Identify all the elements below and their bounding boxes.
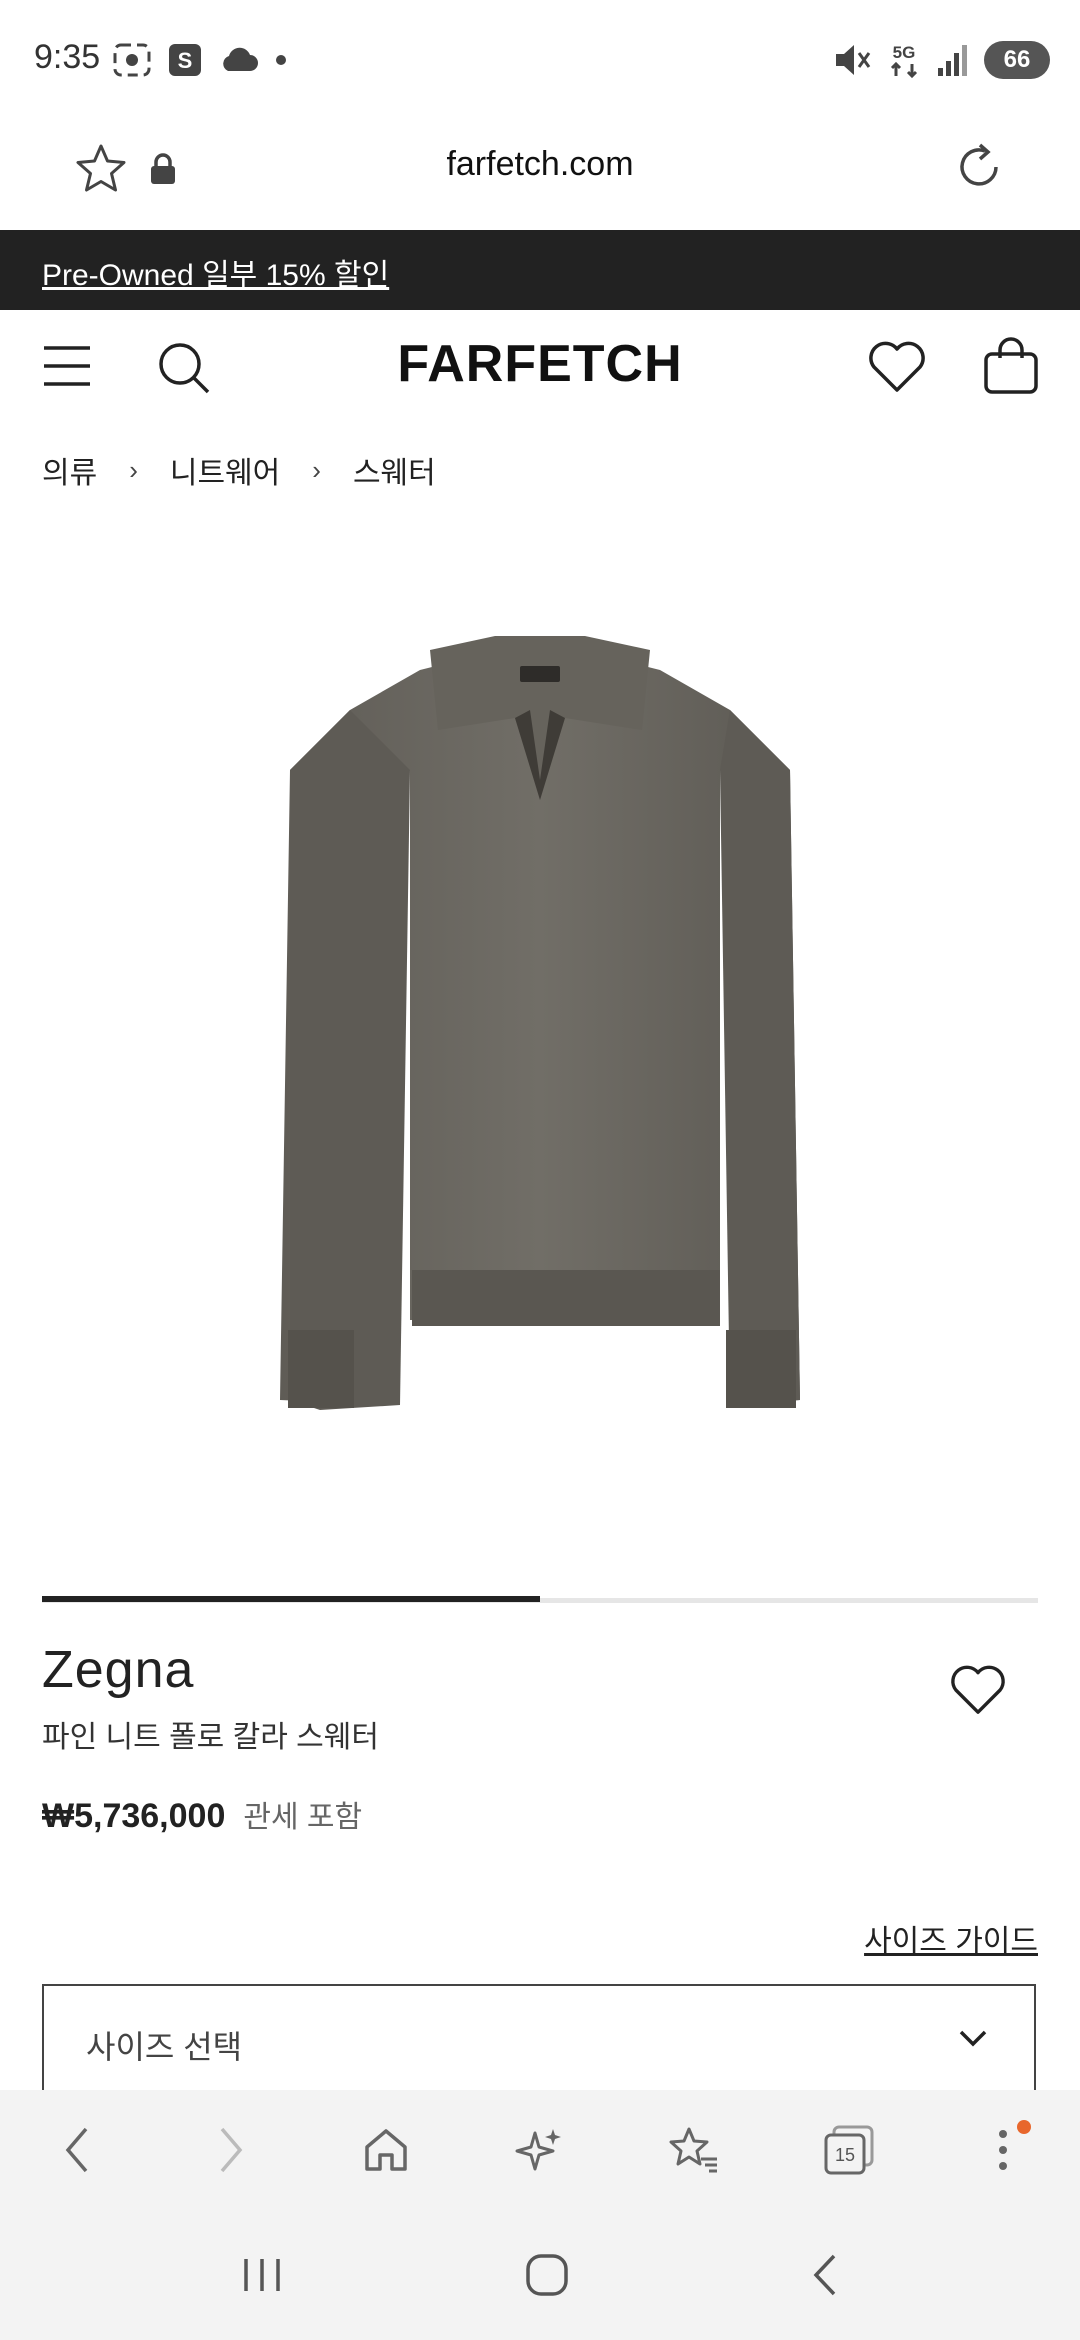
home-button-icon[interactable] xyxy=(524,2252,570,2298)
breadcrumb: 의류 › 니트웨어 › 스웨터 xyxy=(42,448,436,492)
svg-text:S: S xyxy=(178,48,193,73)
mute-icon xyxy=(832,40,872,80)
battery-icon: 66 xyxy=(984,41,1050,79)
recent-apps-icon[interactable] xyxy=(240,2255,284,2295)
duty-note: 관세 포함 xyxy=(243,1801,363,1834)
svg-text:15: 15 xyxy=(835,2145,855,2165)
dot-icon xyxy=(274,53,288,67)
size-select-placeholder: 사이즈 선택 xyxy=(86,2029,243,2065)
size-guide-link[interactable]: 사이즈 가이드 xyxy=(864,1916,1038,1960)
screenshot-icon xyxy=(112,42,152,78)
promo-text[interactable]: Pre-Owned 일부 15% 할인 xyxy=(42,250,389,294)
price-row: ₩5,736,000 관세 포함 xyxy=(42,1792,362,1836)
breadcrumb-separator: › xyxy=(312,454,321,485)
product-price: ₩5,736,000 xyxy=(42,1797,226,1835)
home-icon[interactable] xyxy=(346,2110,426,2190)
s-app-icon: S xyxy=(168,43,202,77)
wishlist-heart-icon[interactable] xyxy=(868,340,926,399)
shopping-bag-icon[interactable] xyxy=(982,336,1040,401)
breadcrumb-item-sweaters[interactable]: 스웨터 xyxy=(353,448,436,492)
add-to-wishlist-heart-icon[interactable] xyxy=(950,1664,1006,1721)
breadcrumb-separator: › xyxy=(129,454,138,485)
system-back-icon[interactable] xyxy=(810,2252,840,2298)
5g-icon: 5G xyxy=(886,40,922,80)
breadcrumb-item-clothing[interactable]: 의류 xyxy=(42,448,97,492)
back-arrow-icon[interactable] xyxy=(37,2110,117,2190)
reload-icon[interactable] xyxy=(952,140,1006,199)
chevron-down-icon[interactable] xyxy=(958,2028,988,2053)
status-icons-left: S xyxy=(112,40,288,80)
product-brand[interactable]: Zegna xyxy=(42,1640,194,1700)
browser-toolbar: 15 xyxy=(0,2090,1080,2210)
notification-dot xyxy=(1016,2120,1031,2134)
status-time: 9:35 xyxy=(34,38,101,76)
cloud-icon xyxy=(218,47,258,73)
status-icons-right: 5G 66 xyxy=(832,38,1050,82)
bookmarks-star-icon[interactable] xyxy=(654,2110,734,2190)
tabs-icon[interactable]: 15 xyxy=(809,2110,889,2190)
svg-text:5G: 5G xyxy=(893,43,916,62)
more-options-icon[interactable] xyxy=(963,2110,1043,2190)
product-name: 파인 니트 폴로 칼라 스웨터 xyxy=(42,1721,379,1754)
product-image[interactable] xyxy=(270,630,810,1420)
system-navigation-bar xyxy=(0,2210,1080,2340)
carousel-progress-fill xyxy=(42,1596,540,1602)
breadcrumb-item-knitwear[interactable]: 니트웨어 xyxy=(170,448,280,492)
signal-icon xyxy=(936,42,970,78)
url-text[interactable]: farfetch.com xyxy=(0,145,1080,184)
forward-arrow-icon[interactable] xyxy=(191,2110,271,2190)
sparkle-ai-icon[interactable] xyxy=(500,2110,580,2190)
